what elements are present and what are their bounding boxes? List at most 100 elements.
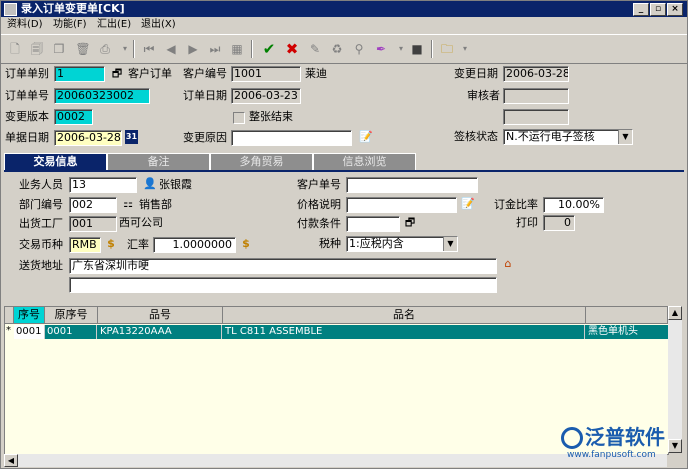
edit-note-icon[interactable]: 📝 <box>359 130 373 144</box>
chevron-down-icon[interactable]: ▼ <box>618 130 632 144</box>
reviewer-label: 审核者 <box>467 89 500 102</box>
col-item-no[interactable]: 品号 <box>98 307 223 323</box>
col-item-name[interactable]: 品名 <box>223 307 586 323</box>
factory-field[interactable]: 001 <box>69 216 117 232</box>
print-dropdown-icon[interactable]: ▾ <box>117 41 133 57</box>
next-record-icon[interactable]: ▶ <box>185 41 201 57</box>
address-field-2[interactable] <box>69 277 497 293</box>
chevron-down-icon[interactable]: ▼ <box>443 237 457 251</box>
salesman-field[interactable]: 13 <box>69 177 137 193</box>
extra-field[interactable] <box>503 109 569 125</box>
first-record-icon[interactable]: ⏮ <box>141 41 157 57</box>
factory-label: 出货工厂 <box>19 217 63 230</box>
preview-icon[interactable]: 🗐 <box>29 41 45 57</box>
sign-status-select[interactable]: N.不运行电子签核 ▼ <box>503 129 633 145</box>
calendar-icon[interactable]: 31 <box>125 130 138 144</box>
table-row[interactable]: 0001 0001 KPA13220AAA TL C811 ASSEMBLE 黑… <box>14 325 669 339</box>
grid-corner <box>5 307 14 323</box>
cancel-icon[interactable]: ✖ <box>284 41 300 57</box>
order-type-field[interactable]: 1 <box>54 66 105 82</box>
unapprove-icon[interactable]: ♻ <box>329 41 345 57</box>
payment-label: 付款条件 <box>297 217 341 230</box>
price-desc-field[interactable] <box>346 197 457 213</box>
copy-icon[interactable]: ❐ <box>51 41 67 57</box>
folder-icon[interactable]: ■ <box>409 41 425 57</box>
reviewer-field[interactable] <box>503 88 569 104</box>
delete-icon[interactable]: 🗑 <box>75 41 91 57</box>
tab-multi-trade[interactable]: 多角贸易 <box>210 153 313 170</box>
title-bar[interactable]: 录入订单变更单[CK] _ ▫ × <box>1 1 687 17</box>
sign-status-value: N.不运行电子签核 <box>506 130 595 143</box>
chart-icon[interactable]: ✒ <box>373 41 389 57</box>
price-desc-label: 价格说明 <box>297 198 341 211</box>
tax-select[interactable]: 1:应税内含 ▼ <box>346 236 458 252</box>
salesman-label: 业务人员 <box>19 178 63 191</box>
export-dropdown-icon[interactable]: ▾ <box>457 41 473 57</box>
scroll-down-icon[interactable]: ▼ <box>668 439 682 453</box>
version-field[interactable]: 0002 <box>54 109 93 125</box>
address-field[interactable]: 广东省深圳市哽 <box>69 258 497 274</box>
home-icon[interactable]: ⌂ <box>501 257 515 271</box>
order-date-field[interactable]: 2006-03-23 <box>231 88 301 104</box>
rate-label: 汇率 <box>127 238 149 251</box>
reason-field[interactable] <box>231 130 352 146</box>
close-button[interactable]: × <box>667 3 683 16</box>
deposit-field[interactable]: 10.00% <box>543 197 604 213</box>
cell-spec[interactable]: 黑色单机头 <box>586 325 669 339</box>
minimize-button[interactable]: _ <box>633 3 649 16</box>
dept-icon[interactable]: ⚏ <box>121 197 135 211</box>
grid-vertical-scrollbar[interactable]: ▲ ▼ <box>668 306 682 453</box>
change-date-field[interactable]: 2006-03-28 <box>503 66 569 82</box>
menu-data[interactable]: 资料(D) <box>7 17 43 33</box>
salesman-name: 张银霞 <box>159 178 192 191</box>
col-orig-seq[interactable]: 原序号 <box>45 307 98 323</box>
cell-item-no[interactable]: KPA13220AAA <box>98 325 222 339</box>
app-icon <box>4 3 17 16</box>
approve-icon[interactable]: ✎ <box>307 41 323 57</box>
currency-field[interactable]: RMB <box>69 237 101 253</box>
tab-info-browse[interactable]: 信息浏览 <box>313 153 416 170</box>
menu-export[interactable]: 汇出(E) <box>97 17 131 33</box>
filter-icon[interactable]: ⚲ <box>351 41 367 57</box>
order-no-field[interactable]: 20060323002 <box>54 88 150 104</box>
deposit-label: 订金比率 <box>494 198 538 211</box>
currency-label: 交易币种 <box>19 238 63 251</box>
dept-field[interactable]: 002 <box>69 197 117 213</box>
query-icon[interactable]: ▦ <box>229 41 245 57</box>
confirm-icon[interactable]: ✔ <box>261 41 277 57</box>
lookup-icon[interactable]: 🗗 <box>403 216 417 230</box>
toolbar-separator <box>251 40 253 58</box>
cell-orig-seq[interactable]: 0001 <box>45 325 97 339</box>
col-seq[interactable]: 序号 <box>14 307 45 323</box>
cell-item-name[interactable]: TL C811 ASSEMBLE <box>223 325 585 339</box>
scroll-left-icon[interactable]: ◀ <box>4 454 18 467</box>
coin-icon[interactable]: $ <box>240 237 252 251</box>
doc-date-field[interactable]: 2006-03-28 <box>54 130 122 146</box>
dept-name: 销售部 <box>139 198 172 211</box>
new-icon[interactable]: 🗋 <box>7 41 23 57</box>
lookup-icon[interactable]: 🗗 <box>111 67 123 81</box>
cell-seq[interactable]: 0001 <box>14 325 45 339</box>
print-icon[interactable]: ⎙ <box>97 41 113 57</box>
rate-field[interactable]: 1.0000000 <box>153 237 236 253</box>
col-spec[interactable] <box>586 307 668 323</box>
edit-note-icon[interactable]: 📝 <box>461 197 475 211</box>
menu-exit[interactable]: 退出(X) <box>141 17 176 33</box>
person-icon[interactable]: 👤 <box>143 177 157 191</box>
tab-trade-info[interactable]: 交易信息 <box>4 153 107 171</box>
last-record-icon[interactable]: ⏭ <box>207 41 223 57</box>
chart-dropdown-icon[interactable]: ▾ <box>393 41 409 57</box>
scroll-up-icon[interactable]: ▲ <box>668 306 682 320</box>
brand-logo-icon <box>561 427 583 449</box>
whole-close-checkbox[interactable] <box>233 112 245 124</box>
customer-order-field[interactable] <box>346 177 478 193</box>
menu-function[interactable]: 功能(F) <box>53 17 87 33</box>
export-icon[interactable]: 🗀 <box>439 41 455 57</box>
coin-icon[interactable]: $ <box>105 237 117 251</box>
customer-no-field[interactable]: 1001 <box>231 66 301 82</box>
tab-remarks[interactable]: 备注 <box>107 153 210 170</box>
maximize-button[interactable]: ▫ <box>650 3 666 16</box>
toolbar-separator <box>133 40 135 58</box>
payment-field[interactable] <box>346 216 400 232</box>
prev-record-icon[interactable]: ◀ <box>163 41 179 57</box>
